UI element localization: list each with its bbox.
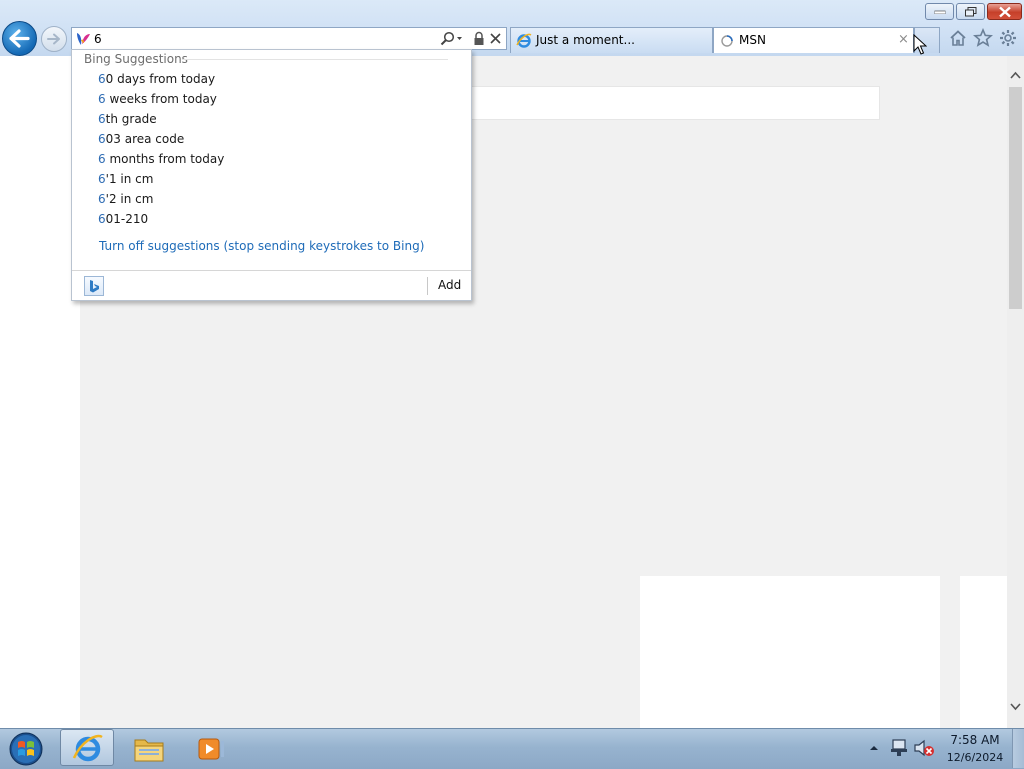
content-card (960, 576, 1007, 728)
back-button[interactable] (2, 21, 37, 56)
suggestion-text: 0 days from today (105, 72, 216, 86)
content-card (640, 576, 940, 728)
close-window-button[interactable] (987, 3, 1022, 20)
folder-icon (134, 739, 164, 762)
add-search-provider-button[interactable]: Add (438, 278, 461, 292)
bing-logo-icon (90, 280, 99, 293)
suggestion-item[interactable]: 603 area code (98, 132, 184, 146)
forward-button[interactable] (41, 26, 67, 52)
bing-search-provider-button[interactable] (84, 276, 104, 296)
suggestion-item[interactable]: 60 days from today (98, 72, 215, 86)
suggestion-match: 6 (98, 212, 106, 226)
suggestion-text: months from today (105, 152, 225, 166)
suggestion-match: 6 (98, 152, 106, 166)
tab-just-a-moment[interactable]: Just a moment... (510, 27, 713, 53)
suggestion-item[interactable]: 601-210 (98, 212, 148, 226)
search-suggestions-dropdown: Bing Suggestions 60 days from today 6 we… (71, 49, 472, 301)
address-input[interactable] (94, 30, 424, 47)
suggestions-footer: Add (72, 270, 471, 301)
ie-icon (516, 33, 532, 48)
scrollbar-thumb[interactable] (1009, 87, 1022, 309)
back-arrow-icon (9, 29, 30, 48)
header-divider (182, 59, 448, 60)
lock-icon[interactable] (473, 31, 485, 46)
vertical-scrollbar[interactable] (1007, 56, 1024, 728)
taskbar-file-explorer[interactable] (122, 729, 176, 766)
clock-time[interactable]: 7:58 AM (940, 733, 1010, 747)
taskbar-internet-explorer[interactable] (60, 729, 114, 766)
search-icon[interactable] (440, 31, 462, 47)
restore-button[interactable] (956, 3, 985, 20)
tab-title: Just a moment... (536, 33, 635, 47)
show-hidden-icons-arrow-icon[interactable] (869, 744, 879, 752)
bing-favicon-icon (77, 33, 90, 45)
suggestion-text: weeks from today (105, 92, 217, 106)
taskbar-media-player[interactable] (182, 729, 236, 766)
suggestion-match: 6 (98, 192, 106, 206)
suggestion-item[interactable]: 6th grade (98, 112, 157, 126)
suggestion-match: 6 (98, 92, 106, 106)
volume-muted-icon[interactable] (913, 738, 935, 758)
scroll-up-arrow-icon[interactable] (1010, 70, 1021, 81)
scroll-down-arrow-icon[interactable] (1010, 701, 1021, 712)
start-button[interactable] (5, 730, 45, 766)
restore-icon (964, 6, 976, 16)
minimize-button[interactable] (925, 3, 954, 20)
suggestion-match: 6 (98, 72, 106, 86)
favorites-star-icon[interactable] (973, 28, 993, 48)
tab-title: MSN (739, 33, 766, 47)
home-icon[interactable] (948, 28, 968, 48)
address-bar[interactable] (71, 27, 507, 50)
suggestion-match: 6 (98, 172, 106, 186)
clock-date[interactable]: 12/6/2024 (940, 751, 1010, 764)
suggestion-text: '1 in cm (105, 172, 154, 186)
network-icon[interactable] (890, 738, 908, 758)
tab-close-button[interactable]: × (898, 32, 909, 47)
suggestion-item[interactable]: 6'2 in cm (98, 192, 153, 206)
forward-arrow-icon (47, 33, 60, 45)
suggestions-header: Bing Suggestions (84, 52, 188, 66)
ie-icon (72, 734, 103, 762)
close-icon (998, 6, 1011, 17)
suggestion-text: '2 in cm (105, 192, 154, 206)
suggestion-item[interactable]: 6'1 in cm (98, 172, 153, 186)
tab-msn[interactable]: MSN × (713, 27, 914, 53)
media-player-icon (198, 738, 224, 760)
suggestion-item[interactable]: 6 weeks from today (98, 92, 217, 106)
turn-off-suggestions-link[interactable]: Turn off suggestions (stop sending keyst… (99, 239, 424, 253)
footer-divider (427, 277, 428, 295)
minimize-icon (934, 10, 945, 14)
suggestion-text: 03 area code (105, 132, 185, 146)
suggestion-match: 6 (98, 132, 106, 146)
loading-spinner-icon (721, 35, 733, 47)
suggestion-text: 01-210 (105, 212, 149, 226)
search-box-placeholder[interactable] (470, 86, 880, 120)
tools-gear-icon[interactable] (998, 28, 1018, 48)
mouse-cursor-icon (913, 34, 927, 55)
suggestion-item[interactable]: 6 months from today (98, 152, 224, 166)
stop-icon[interactable] (490, 33, 501, 44)
show-desktop-button[interactable] (1012, 729, 1024, 768)
suggestion-match: 6 (98, 112, 106, 126)
suggestion-text: th grade (105, 112, 157, 126)
